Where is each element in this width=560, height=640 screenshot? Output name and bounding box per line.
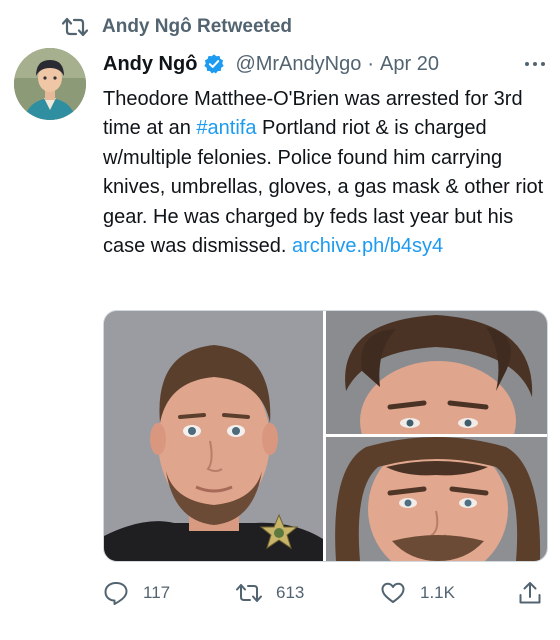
tweet-header: Andy Ngô @MrAndyNgo · Apr 20 (103, 50, 548, 78)
avatar[interactable] (14, 48, 86, 120)
author-name[interactable]: Andy Ngô (103, 53, 197, 76)
reply-count: 117 (143, 583, 171, 602)
heart-icon (380, 580, 406, 606)
tweet-actions: 117 613 1.1K (103, 578, 543, 610)
tweet-text: Theodore Matthee-O'Brien was arrested fo… (103, 85, 548, 261)
more-options-icon[interactable] (522, 60, 548, 68)
retweet-banner[interactable]: Andy Ngô Retweeted (62, 14, 292, 40)
mugshot-front-photo[interactable] (104, 311, 323, 561)
like-button[interactable]: 1.1K (380, 580, 455, 606)
retweet-banner-text: Andy Ngô Retweeted (102, 16, 293, 37)
verified-badge-icon (203, 53, 225, 75)
reply-button[interactable]: 117 (103, 580, 170, 606)
archive-link[interactable]: archive.ph/b4sy4 (292, 235, 443, 257)
like-count: 1.1K (420, 583, 455, 602)
tweet-date[interactable]: Apr 20 (380, 53, 439, 76)
reply-icon (103, 580, 129, 606)
share-icon (517, 580, 543, 606)
mugshot-closeup-1-photo[interactable] (326, 311, 547, 434)
mugshot-closeup-2-photo[interactable] (326, 437, 547, 561)
share-button[interactable] (517, 580, 557, 606)
header-separator: · (367, 52, 375, 75)
author-handle[interactable]: @MrAndyNgo (235, 53, 361, 76)
retweet-count: 613 (276, 583, 305, 602)
retweet-icon (62, 16, 88, 38)
hashtag-link[interactable]: #antifa (196, 117, 256, 139)
retweet-button[interactable]: 613 (236, 580, 304, 606)
media-grid (103, 310, 548, 562)
retweet-icon (236, 580, 262, 606)
